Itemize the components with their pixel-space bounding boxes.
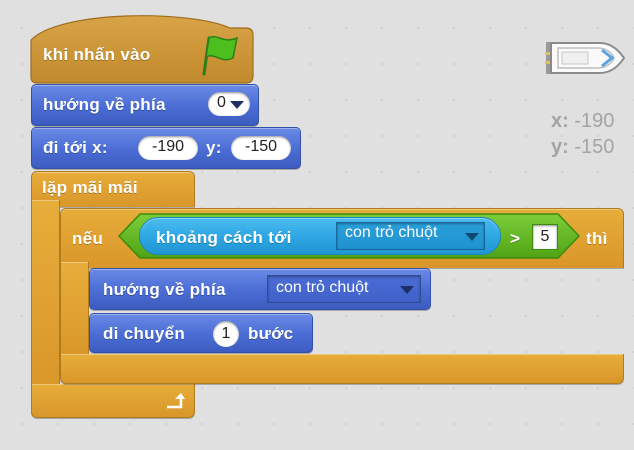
forever-label: lặp mãi mãi [42,178,138,197]
direction-value: 0 [217,94,226,111]
direction-dropdown[interactable]: 0 [208,92,250,116]
green-flag-icon [197,32,241,76]
y-input[interactable]: -150 [231,136,291,160]
point-towards-dropdown[interactable]: con trỏ chuột [267,275,421,303]
sprite-y-readout: y: -150 [551,136,614,159]
sprite-y-label: y: [551,136,569,158]
when-flag-label: khi nhấn vào [43,45,151,64]
then-label: thì [586,229,608,248]
operator-symbol: > [510,229,521,248]
point-towards-target-text: con trỏ chuột [276,279,369,296]
if-block-foot [60,354,624,384]
if-label: nếu [72,229,104,248]
chevron-down-icon [230,101,244,109]
steps-label: bước [248,324,294,343]
sprite-y-value: -150 [574,136,615,158]
chevron-down-icon [465,233,479,241]
y-label: y: [206,138,222,157]
sprite-x-readout: x: -190 [551,110,614,133]
move-label: di chuyển [103,324,186,343]
boat-sprite-icon [544,38,626,78]
if-block-arm [60,262,89,360]
distance-to-label: khoảng cách tới [156,228,292,247]
distance-target-text: con trỏ chuột [345,224,438,241]
point-towards-label: hướng về phía [103,280,226,299]
loop-arrow-icon [164,391,186,411]
move-steps-input[interactable]: 1 [213,321,239,347]
go-to-label: đi tới x: [43,138,108,157]
sprite-x-value: -190 [574,110,615,132]
distance-target-dropdown[interactable]: con trỏ chuột [336,222,485,250]
point-direction-label: hướng về phía [43,95,166,114]
sprite-x-label: x: [551,110,569,132]
forever-block-arm [31,200,60,390]
compare-value-field[interactable]: 5 [532,224,558,250]
chevron-down-icon [400,286,414,294]
x-input[interactable]: -190 [138,136,198,160]
